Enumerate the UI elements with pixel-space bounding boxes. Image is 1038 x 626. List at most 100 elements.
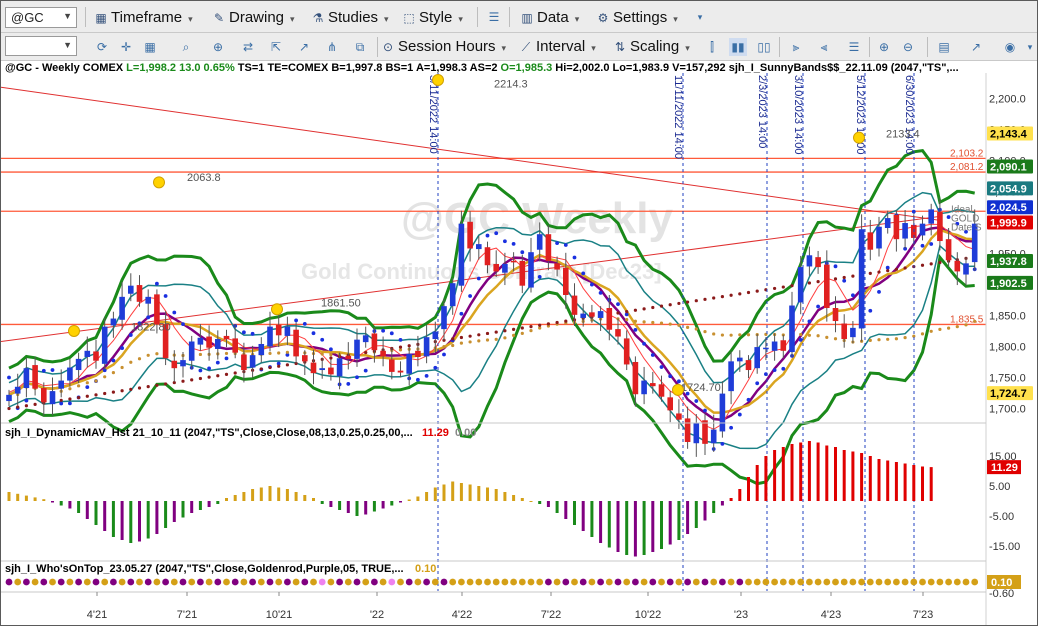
scaling-button[interactable]: ⇅ Scaling ▾ — [613, 38, 690, 56]
chevron-down-icon[interactable]: ▼ — [63, 40, 72, 50]
ribbon-dot — [953, 578, 961, 586]
ribbon-dot — [971, 578, 979, 586]
candle-body — [945, 239, 952, 261]
grid-icon[interactable]: ▦ — [141, 38, 159, 56]
chevron-down-icon[interactable]: ▼ — [63, 11, 72, 21]
dot-blue — [459, 311, 464, 316]
cursor-icon[interactable]: ✛ — [117, 38, 135, 56]
histogram-bar — [390, 501, 394, 506]
toolbar-overflow-icon[interactable]: ▾ — [691, 8, 709, 26]
dot-blue — [7, 375, 11, 380]
histogram-bar — [903, 463, 907, 501]
eye-icon[interactable]: ◉ — [1001, 38, 1019, 56]
time-axis-label: 4'21 — [87, 609, 107, 621]
time-axis-label: 7'21 — [177, 609, 197, 621]
dot-maroon — [59, 398, 63, 402]
dot-gold — [920, 332, 925, 336]
studies-button[interactable]: ⚗ Studies ▾ — [310, 9, 389, 27]
zoom-out-icon[interactable]: ⊖ — [899, 38, 917, 56]
drawing-button[interactable]: ✎ Drawing ▾ — [211, 9, 295, 27]
dot-blue — [424, 373, 429, 378]
expand-bars-icon[interactable]: ⫷ — [815, 38, 833, 56]
candle-body — [101, 326, 108, 364]
settings-button[interactable]: ⚙ Settings ▾ — [595, 9, 678, 27]
chart-trend-icon[interactable]: ↗ — [295, 38, 313, 56]
arrange-icon[interactable]: ⇄ — [239, 38, 257, 56]
zoom-in-icon[interactable]: ⊕ — [875, 38, 893, 56]
ribbon-dot — [23, 578, 30, 586]
dot-maroon — [651, 305, 655, 310]
interval-button[interactable]: ⟋ Interval ▾ — [519, 38, 596, 56]
header-stat: AS=2 — [467, 62, 497, 74]
ribbon-dot — [327, 578, 335, 586]
ribbon-dot — [527, 578, 535, 586]
session-hours-button[interactable]: ⊙ Session Hours ▾ — [381, 38, 506, 56]
magnet-icon[interactable]: ⋔ — [323, 38, 341, 56]
price-axis-tick: 2,200.0 — [989, 93, 1026, 105]
price-axis-tick: 1,700.0 — [989, 403, 1026, 415]
chart-area[interactable]: @GC WeeklyGold Continuous Contract [Dec2… — [1, 61, 1037, 626]
pivot-price-label: 1861.50 — [321, 297, 361, 309]
histogram-bar — [851, 451, 855, 501]
dot-blue — [120, 346, 124, 350]
ribbon-dot — [118, 578, 126, 586]
auto-scale-icon[interactable]: ☰ — [845, 38, 863, 56]
histogram-bar — [225, 498, 228, 501]
compress-bars-icon[interactable]: ⫸ — [787, 38, 805, 56]
zoom-chart-icon[interactable]: ⌕ — [177, 38, 195, 56]
dot-maroon — [94, 393, 98, 397]
ribbon-dot — [257, 578, 265, 586]
hollow-candle-icon[interactable]: ▯▯ — [755, 38, 773, 56]
studies-label: Studies — [328, 9, 379, 26]
candle-body — [119, 296, 125, 320]
candle-body — [49, 391, 56, 405]
ribbon-dot — [640, 578, 648, 586]
crosshair-icon[interactable]: ⊕ — [209, 38, 227, 56]
ribbon-dot — [66, 578, 74, 586]
chevron-down-icon: ▾ — [384, 14, 389, 24]
dot-blue — [494, 231, 499, 236]
candlestick-icon[interactable]: ▮▮ — [729, 38, 747, 56]
header-stat: TS=1 — [235, 62, 265, 74]
dot-blue — [329, 347, 333, 352]
timeframe-button[interactable]: ▦ Timeframe ▾ — [93, 9, 192, 27]
dot-maroon — [477, 333, 481, 337]
ribbon-dot — [893, 578, 900, 586]
refresh-icon[interactable]: ⟳ — [93, 38, 111, 56]
symbol-input[interactable]: @GC ▼ — [5, 7, 77, 28]
object-icon[interactable]: ⧉ — [351, 38, 369, 56]
ribbon-dot — [440, 578, 448, 586]
dot-gold — [807, 333, 812, 337]
data-window-icon[interactable]: ▤ — [935, 38, 953, 56]
interval-input[interactable]: ▼ — [5, 36, 77, 56]
dot-maroon — [625, 310, 629, 314]
dot-gold — [633, 319, 638, 323]
ribbon-dot — [658, 578, 665, 586]
candle-body — [806, 255, 813, 267]
bar-chart-icon[interactable]: ⫿ — [703, 38, 721, 56]
ribbon-dot — [475, 578, 483, 586]
candle-body — [963, 263, 969, 275]
histogram-axis-tick: 5.00 — [989, 481, 1010, 493]
dot-gold — [651, 320, 655, 325]
histogram-bar — [694, 501, 698, 528]
candle-body — [180, 360, 186, 367]
chevron-down-icon: ▾ — [574, 14, 580, 24]
ribbon-dot — [571, 578, 578, 586]
ribbon-dot — [170, 578, 178, 586]
layout-icon[interactable]: ☰ — [485, 8, 503, 26]
candle-body — [841, 323, 847, 340]
new-chart-icon[interactable]: ↗ — [967, 38, 985, 56]
pan-icon[interactable]: ⇱ — [267, 38, 285, 56]
header-stat: L=1,998.2 — [123, 62, 176, 74]
candle-body — [554, 263, 560, 270]
dot-maroon — [120, 389, 124, 393]
dot-gold — [224, 351, 229, 356]
dot-maroon — [538, 323, 542, 327]
toolbar-overflow-icon[interactable]: ▾ — [1021, 38, 1037, 56]
style-button[interactable]: ⬚ Style ▾ — [401, 9, 463, 27]
candle-body — [893, 214, 900, 240]
dot-maroon — [224, 372, 229, 376]
data-button[interactable]: ▥ Data ▾ — [519, 9, 579, 27]
candle-body — [623, 338, 630, 365]
